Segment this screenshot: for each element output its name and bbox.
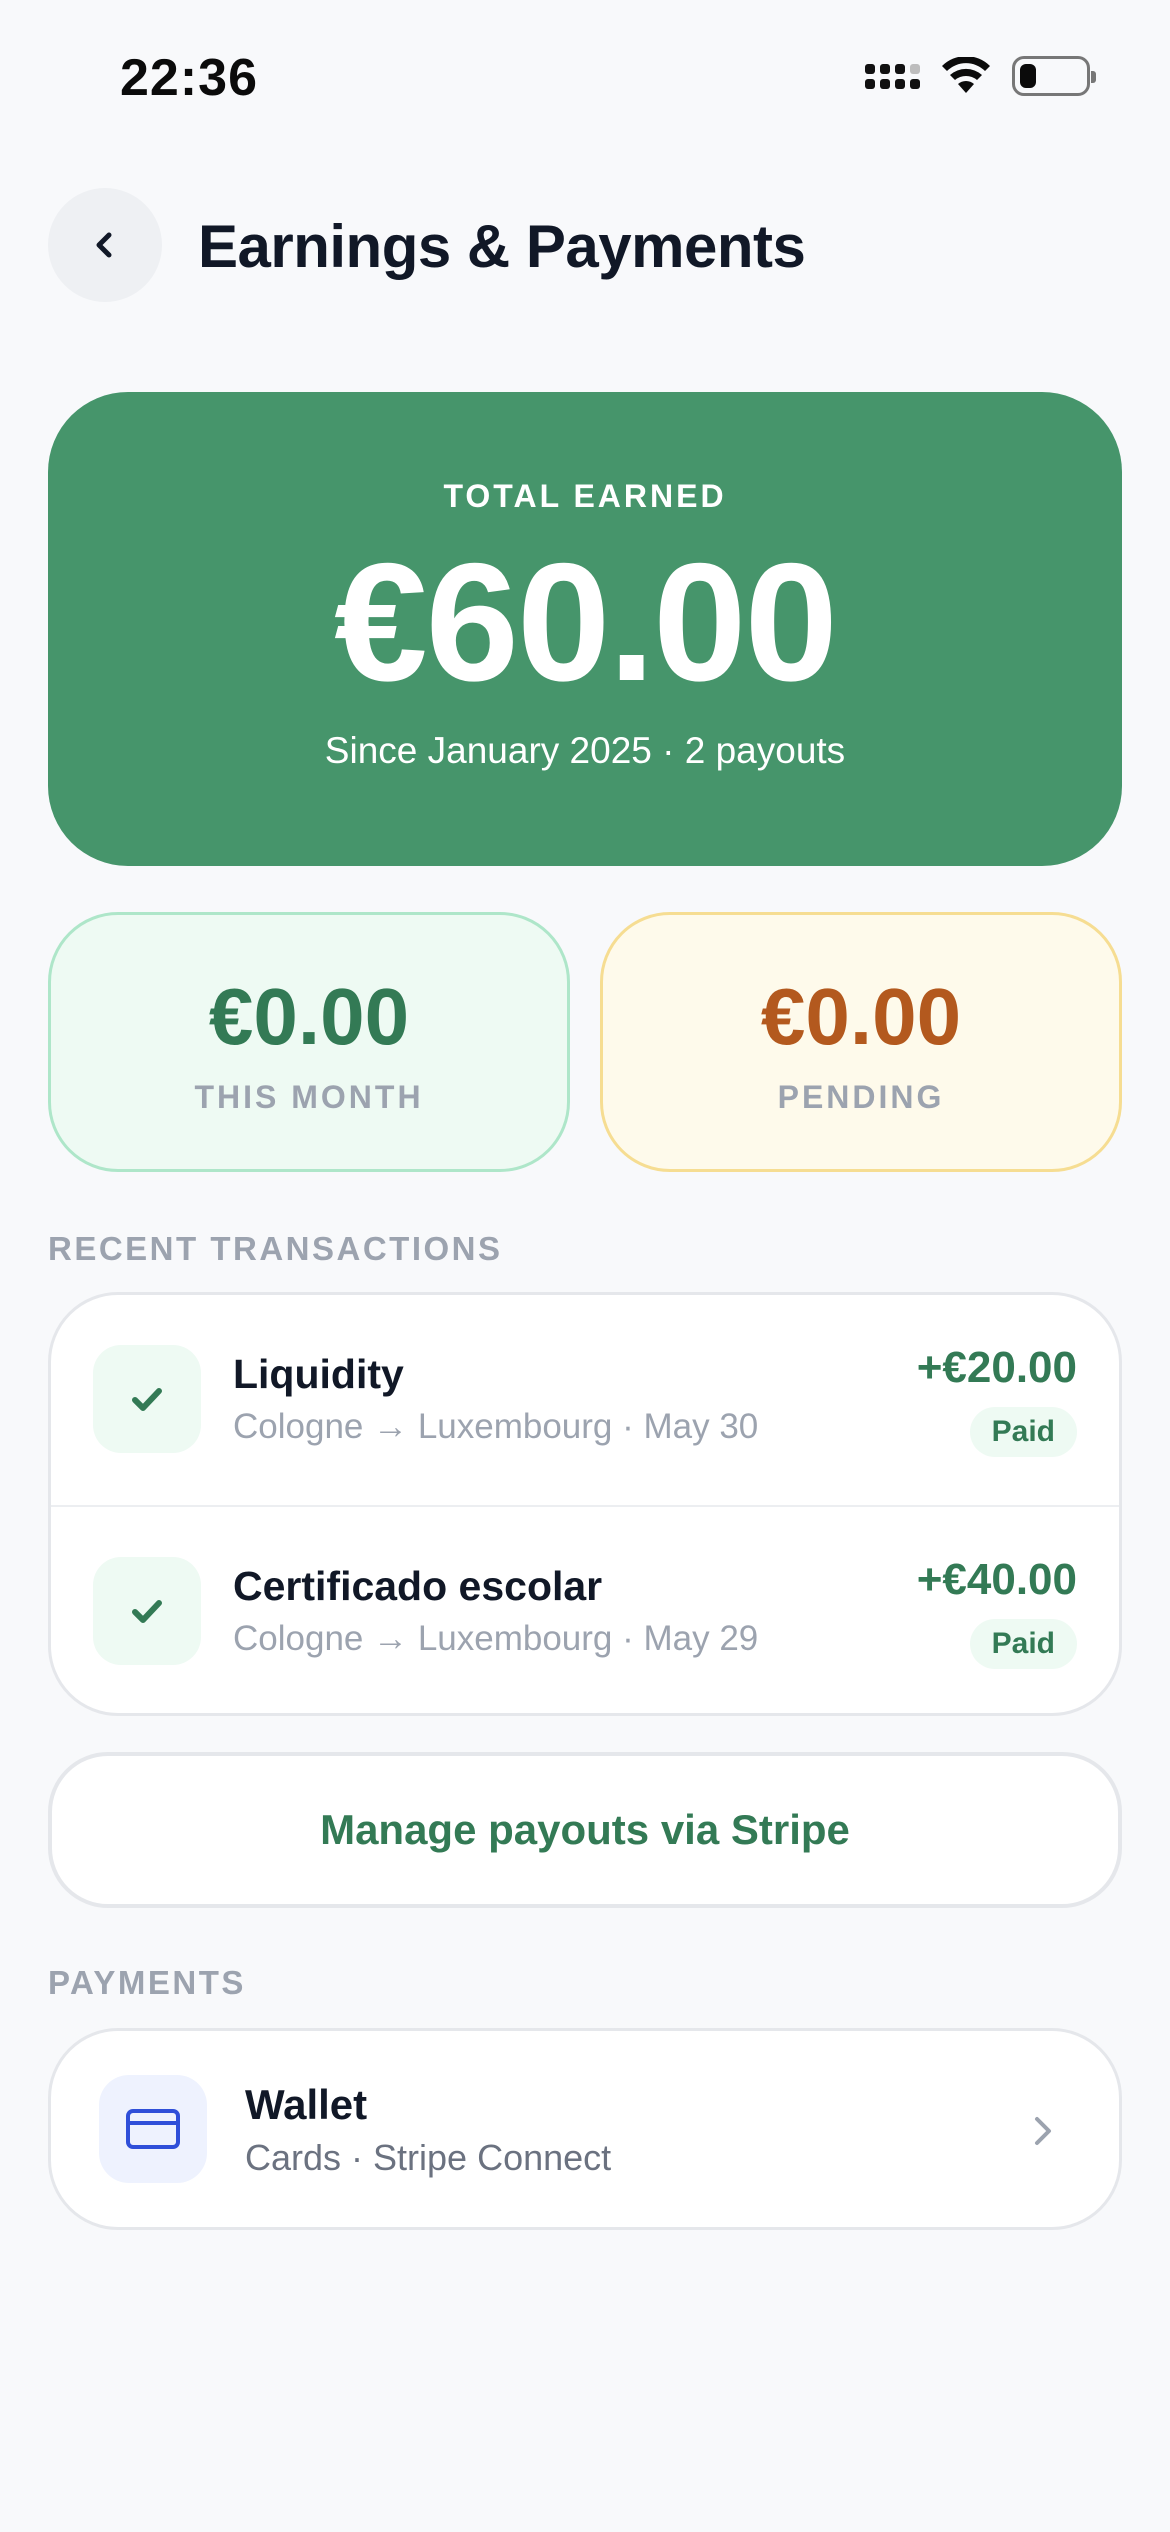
total-earned-label: TOTAL EARNED (443, 478, 727, 514)
transaction-row[interactable]: Certificado escolar Cologne → Luxembourg… (51, 1505, 1119, 1713)
transactions-list: Liquidity Cologne → Luxembourg · May 30 … (48, 1292, 1122, 1716)
page-title: Earnings & Payments (198, 213, 806, 280)
wallet-title: Wallet (245, 2081, 368, 2128)
transaction-status-badge: Paid (969, 1407, 1077, 1457)
checkmark-icon (132, 1600, 162, 1623)
total-earned-amount: €60.00 (334, 528, 838, 716)
transaction-subtitle: Cologne → Luxembourg · May 29 (233, 1619, 759, 1658)
cellular-signal-icon (865, 63, 920, 89)
total-earned-subtitle: Since January 2025 · 2 payouts (324, 730, 846, 771)
status-bar: 22:36 (0, 0, 1170, 150)
wallet-icon-container (99, 2075, 207, 2183)
status-icons (865, 56, 1096, 96)
transaction-title: Liquidity (233, 1351, 404, 1397)
pending-amount: €0.00 (760, 972, 962, 1061)
transaction-status-icon (93, 1345, 201, 1453)
chevron-left-icon (96, 232, 112, 258)
transaction-status-badge: Paid (969, 1619, 1077, 1669)
transaction-amount: +€40.00 (916, 1555, 1077, 1604)
transaction-title: Certificado escolar (233, 1563, 603, 1609)
transaction-status-icon (93, 1557, 201, 1665)
earnings-payments-screen: 22:36 Earnings & Payments TOTAL EARNED €… (0, 0, 1170, 2532)
battery-level (1020, 64, 1036, 88)
checkmark-icon (132, 1388, 162, 1411)
status-time: 22:36 (120, 49, 258, 107)
battery-icon (1012, 56, 1096, 96)
manage-payouts-button[interactable]: Manage payouts via Stripe (48, 1752, 1122, 1908)
transaction-amount: +€20.00 (916, 1343, 1077, 1392)
payments-heading: PAYMENTS (48, 1964, 246, 2001)
credit-card-icon (126, 2109, 180, 2149)
wallet-item[interactable]: Wallet Cards · Stripe Connect (48, 2028, 1122, 2230)
recent-transactions-heading: RECENT TRANSACTIONS (48, 1230, 503, 1267)
chevron-right-icon (1035, 2117, 1051, 2145)
pending-label: PENDING (777, 1079, 945, 1115)
wifi-icon (942, 57, 990, 93)
transaction-subtitle: Cologne → Luxembourg · May 30 (233, 1407, 759, 1446)
pending-card: €0.00 PENDING (600, 912, 1122, 1172)
back-button[interactable] (48, 188, 162, 302)
transaction-row[interactable]: Liquidity Cologne → Luxembourg · May 30 … (51, 1295, 1119, 1505)
total-earned-card: TOTAL EARNED €60.00 Since January 2025 ·… (48, 392, 1122, 866)
wallet-subtitle: Cards · Stripe Connect (245, 2137, 612, 2178)
this-month-label: THIS MONTH (194, 1079, 424, 1115)
this-month-amount: €0.00 (208, 972, 410, 1061)
this-month-card: €0.00 THIS MONTH (48, 912, 570, 1172)
